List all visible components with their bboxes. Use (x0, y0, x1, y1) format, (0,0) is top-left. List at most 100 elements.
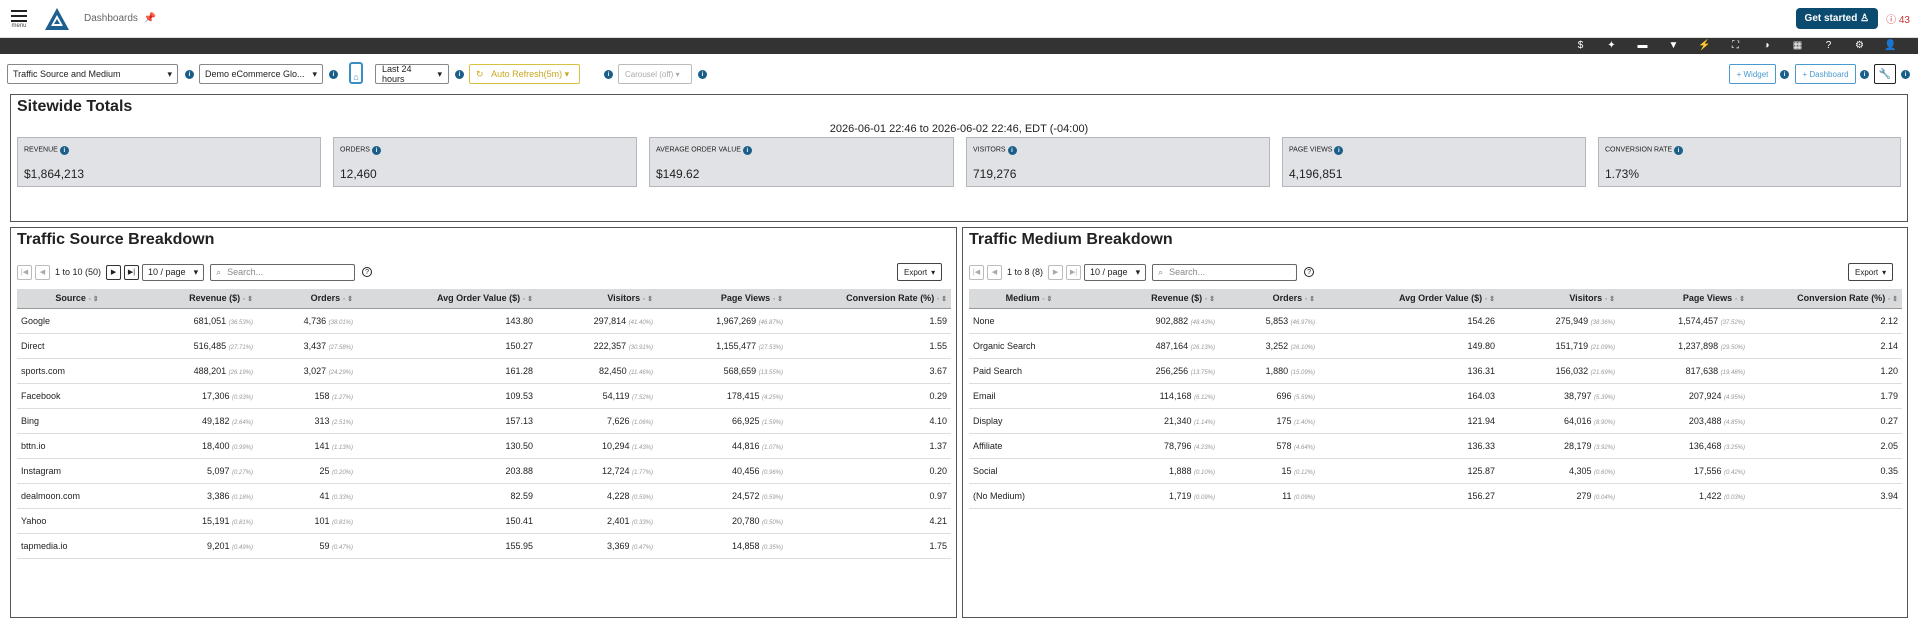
info-icon[interactable]: i (185, 70, 194, 79)
table-row[interactable]: Email 114,168 (6.12%) 696 (5.59%) 164.03 38,… (969, 383, 1902, 409)
table-row[interactable]: Social 1,888 (0.10%) 15 (0.12%) 125.87 4,305… (969, 458, 1902, 484)
next-page-button[interactable]: ▶ (1048, 264, 1064, 280)
sort-icon[interactable]: ◦ ⇕ (1042, 296, 1052, 303)
logo-icon[interactable] (44, 7, 70, 31)
info-icon[interactable]: i (604, 70, 613, 79)
add-widget-button[interactable]: + Widget (1729, 64, 1776, 84)
table-row[interactable]: (No Medium) 1,719 (0.09%) 11 (0.09%) 156.27… (969, 483, 1902, 509)
sparkle-icon[interactable]: ✦ (1596, 38, 1627, 54)
report-icon[interactable]: ▦ (1782, 38, 1813, 54)
column-header[interactable]: Avg Order Value ($) ◦ ⇕ (357, 289, 537, 309)
info-icon[interactable]: i (59, 146, 69, 155)
sort-icon[interactable]: ◦ ⇕ (343, 296, 353, 303)
info-icon[interactable]: i (371, 146, 381, 155)
sort-icon[interactable]: ◦ ⇕ (523, 296, 533, 303)
search-input[interactable]: ⌕ Search... (210, 263, 356, 281)
time-range-select[interactable]: Last 24 hours ▾ (375, 64, 449, 84)
column-header[interactable]: Page Views ◦ ⇕ (657, 289, 787, 309)
export-button[interactable]: Export ▾ (1848, 263, 1894, 281)
column-header[interactable]: Orders ◦ ⇕ (257, 289, 357, 309)
lock-icon[interactable]: ⌂ (349, 62, 363, 84)
bolt-icon[interactable]: ⚡ (1689, 38, 1720, 54)
table-row[interactable]: Paid Search 256,256 (13.75%) 1,880 (15.09%… (969, 358, 1902, 384)
column-header[interactable]: Revenue ($) ◦ ⇕ (1089, 289, 1219, 309)
sort-icon[interactable]: ◦ ⇕ (1305, 296, 1315, 303)
page-size-select[interactable]: 10 / page ▾ (1084, 263, 1147, 281)
sort-icon[interactable]: ◦ ⇕ (1888, 296, 1898, 303)
info-icon[interactable]: i (1901, 70, 1910, 79)
sort-icon[interactable]: ◦ ⇕ (643, 296, 653, 303)
info-icon[interactable]: i (1860, 70, 1869, 79)
prev-page-button[interactable]: ◀ (35, 264, 50, 280)
column-header[interactable]: Conversion Rate (%) ◦ ⇕ (1749, 289, 1902, 309)
help-icon[interactable]: ? (1304, 267, 1315, 277)
auto-refresh-button[interactable]: ↻ Auto Refresh(5m) ▾ (469, 64, 580, 84)
last-page-button[interactable]: ▶| (1066, 264, 1082, 280)
dollar-icon[interactable]: $ (1565, 38, 1596, 54)
get-started-button[interactable]: Get started ♙ (1795, 8, 1879, 29)
column-header[interactable]: Visitors ◦ ⇕ (537, 289, 657, 309)
sort-icon[interactable]: ◦ ⇕ (773, 296, 783, 303)
table-row[interactable]: Affiliate 78,796 (4.23%) 578 (4.64%) 136.33… (969, 433, 1902, 459)
column-header[interactable]: Orders ◦ ⇕ (1219, 289, 1319, 309)
column-header[interactable]: Avg Order Value ($) ◦ ⇕ (1319, 289, 1499, 309)
first-page-button[interactable]: |◀ (969, 264, 984, 280)
info-icon[interactable]: i (1674, 146, 1684, 155)
alert-indicator[interactable]: ⓘ 43 (1886, 11, 1910, 26)
search-input[interactable]: ⌕ Search... (1152, 263, 1298, 281)
sort-icon[interactable]: ◦ ⇕ (937, 296, 947, 303)
table-row[interactable]: bttn.io 18,400 (0.99%) 141 (1.13%) 130.50 10… (17, 433, 951, 459)
sort-icon[interactable]: ◦ ⇕ (1205, 296, 1215, 303)
wrench-icon[interactable]: 🔧 (1874, 64, 1896, 84)
next-page-button[interactable]: ▶ (106, 264, 122, 280)
first-page-button[interactable]: |◀ (17, 264, 32, 280)
sort-icon[interactable]: ◦ ⇕ (1605, 296, 1615, 303)
fullscreen-icon[interactable]: ⛶ (1720, 38, 1751, 54)
prev-page-button[interactable]: ◀ (987, 264, 1002, 280)
export-button[interactable]: Export ▾ (897, 263, 943, 281)
column-header[interactable]: Page Views ◦ ⇕ (1619, 289, 1749, 309)
report-select[interactable]: Traffic Source and Medium ▾ (7, 64, 178, 84)
filter-icon[interactable]: ▼ (1658, 38, 1689, 54)
sort-icon[interactable]: ◦ ⇕ (1735, 296, 1745, 303)
carousel-select[interactable]: Carousel (off) ▾ (618, 64, 692, 84)
column-header[interactable]: Source ◦ ⇕ (17, 289, 137, 309)
table-row[interactable]: Display 21,340 (1.14%) 175 (1.40%) 121.94 64… (969, 408, 1902, 434)
table-row[interactable]: sports.com 488,201 (26.19%) 3,027 (24.29%)… (17, 358, 951, 384)
info-icon[interactable]: i (742, 146, 752, 155)
pin-icon[interactable]: 📌 (144, 13, 156, 24)
table-row[interactable]: dealmoon.com 3,386 (0.18%) 41 (0.33%) 82.59… (17, 483, 951, 509)
chat-icon[interactable]: ▬ (1627, 38, 1658, 54)
table-row[interactable]: None 902,882 (48.43%) 5,853 (46.97%) 154.26… (969, 308, 1902, 334)
info-icon[interactable]: i (329, 70, 338, 79)
help-icon[interactable]: ? (1813, 38, 1844, 54)
table-row[interactable]: Yahoo 15,191 (0.81%) 101 (0.81%) 150.41 2,40… (17, 508, 951, 534)
help-icon[interactable]: ? (362, 267, 373, 277)
user-icon[interactable]: 👤 (1875, 38, 1906, 54)
menu-button[interactable]: menu (8, 8, 30, 29)
sort-icon[interactable]: ◦ ⇕ (1485, 296, 1495, 303)
table-row[interactable]: Google 681,051 (36.53%) 4,736 (38.01%) 143.… (17, 308, 951, 334)
column-header[interactable]: Visitors ◦ ⇕ (1499, 289, 1619, 309)
table-row[interactable]: Facebook 17,306 (0.93%) 158 (1.27%) 109.53 5… (17, 383, 951, 409)
table-row[interactable]: Bing 49,182 (2.64%) 313 (2.51%) 157.13 7,626… (17, 408, 951, 434)
settings-icon[interactable]: ⚙ (1844, 38, 1875, 54)
table-row[interactable]: Direct 516,485 (27.71%) 3,437 (27.58%) 150.… (17, 333, 951, 359)
info-icon[interactable]: i (698, 70, 707, 79)
column-header[interactable]: Medium ◦ ⇕ (969, 289, 1089, 309)
sort-icon[interactable]: ◦ ⇕ (243, 296, 253, 303)
column-header[interactable]: Revenue ($) ◦ ⇕ (137, 289, 257, 309)
page-size-select[interactable]: 10 / page ▾ (142, 263, 205, 281)
info-icon[interactable]: i (1780, 70, 1789, 79)
contrast-icon[interactable]: ◑ (1751, 38, 1782, 54)
table-row[interactable]: tapmedia.io 9,201 (0.49%) 59 (0.47%) 155.95… (17, 533, 951, 559)
site-select[interactable]: Demo eCommerce Glo... ▾ (199, 64, 323, 84)
last-page-button[interactable]: ▶| (124, 264, 140, 280)
table-row[interactable]: Organic Search 487,164 (26.13%) 3,252 (26.… (969, 333, 1902, 359)
breadcrumb[interactable]: Dashboards (84, 13, 138, 24)
info-icon[interactable]: i (1334, 146, 1344, 155)
info-icon[interactable]: i (1007, 146, 1017, 155)
table-row[interactable]: Instagram 5,097 (0.27%) 25 (0.20%) 203.88 12… (17, 458, 951, 484)
info-icon[interactable]: i (455, 70, 464, 79)
add-dashboard-button[interactable]: + Dashboard (1795, 64, 1856, 84)
